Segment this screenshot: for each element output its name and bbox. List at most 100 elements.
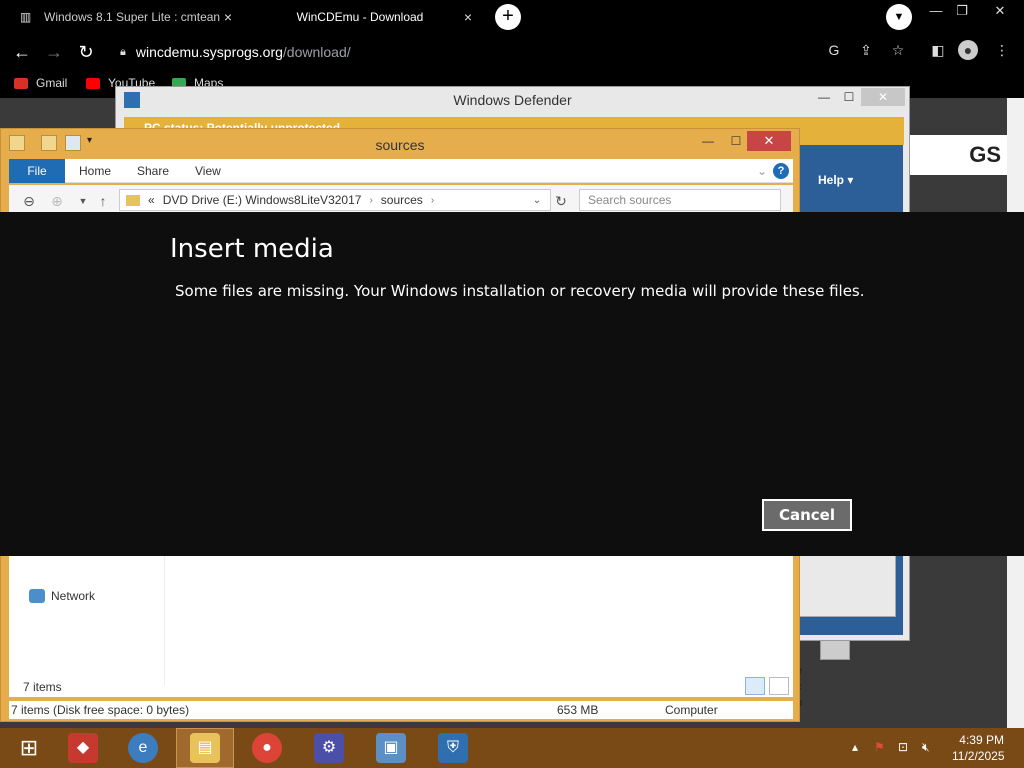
- clock-time: 4:39 PM: [959, 733, 1004, 747]
- breadcrumb-separator-icon[interactable]: ›: [431, 195, 434, 206]
- tab-strip: ▥ Windows 8.1 Super Lite : cmtean × WinC…: [0, 0, 1024, 34]
- youtube-icon: [86, 77, 100, 89]
- system-clock[interactable]: 4:39 PM 11/2/2025: [952, 732, 1005, 764]
- breadcrumb-sources[interactable]: sources: [381, 193, 423, 207]
- tab-share[interactable]: Share: [125, 159, 181, 183]
- maximize-icon[interactable]: ☐: [723, 133, 749, 151]
- taskbar: ⊞ ◆ e ▤ ● ⚙ ▣ ⛨ ▴ ⚑ ⊡ 🔇︎ 4:39 PM 11/2/20…: [0, 728, 1024, 768]
- breadcrumb-overflow[interactable]: «: [148, 193, 155, 207]
- breadcrumb-separator-icon[interactable]: ›: [369, 195, 372, 206]
- search-input[interactable]: Search sources: [579, 189, 781, 211]
- cancel-button[interactable]: Cancel: [762, 499, 852, 531]
- minimize-icon[interactable]: —: [695, 133, 721, 151]
- nav-item-network[interactable]: Network: [29, 589, 95, 603]
- address-bar[interactable]: 🔒︎ wincdemu.sysprogs.org /download/: [110, 38, 916, 66]
- address-dropdown-icon[interactable]: ⌄: [527, 191, 547, 211]
- taskbar-app-file-explorer[interactable]: ▤: [176, 728, 234, 768]
- help-menu[interactable]: Help ▾: [818, 173, 853, 187]
- ribbon-tabs: File Home Share View ⌄ ?: [9, 159, 793, 183]
- menu-kebab-icon[interactable]: ⋮: [992, 40, 1012, 60]
- help-icon[interactable]: ?: [773, 163, 789, 179]
- taskbar-app-chrome[interactable]: ●: [238, 728, 296, 768]
- page-icon: ▥: [20, 10, 32, 24]
- breadcrumb-drive[interactable]: DVD Drive (E:) Windows8LiteV32017: [163, 193, 362, 207]
- scroll-thumb[interactable]: [820, 640, 850, 660]
- start-button[interactable]: ⊞: [0, 728, 58, 768]
- status-disk-space: 7 items (Disk free space: 0 bytes): [11, 703, 190, 717]
- windows-logo-icon: ⊞: [19, 735, 39, 760]
- forward-icon[interactable]: →: [42, 40, 66, 64]
- browser-app-icon: ◆: [68, 733, 98, 763]
- taskbar-app-web-browser[interactable]: ◆: [54, 728, 112, 768]
- bookmark-star-icon[interactable]: ☆: [888, 40, 908, 60]
- explorer-status-bar: 7 items (Disk free space: 0 bytes) 653 M…: [9, 701, 793, 719]
- explorer-title: sources: [375, 137, 425, 153]
- lock-icon: 🔒︎: [120, 45, 126, 58]
- restore-icon[interactable]: ❐: [946, 0, 978, 24]
- google-lens-icon[interactable]: G: [824, 40, 844, 60]
- gmail-icon: [14, 77, 28, 89]
- status-location: Computer: [665, 703, 718, 717]
- remote-desktop-icon: ▣: [376, 733, 406, 763]
- defender-shield-icon: ⛨: [438, 733, 468, 763]
- tab-title: WinCDEmu - Download: [296, 10, 424, 24]
- up-icon[interactable]: ↑: [93, 191, 113, 211]
- new-tab-button[interactable]: +: [495, 4, 521, 30]
- url-host: wincdemu.sysprogs.org: [135, 44, 283, 60]
- large-icons-view-icon[interactable]: [769, 677, 789, 695]
- side-panel-icon[interactable]: ◧: [928, 40, 948, 60]
- file-explorer-icon: ▤: [190, 733, 220, 763]
- share-icon[interactable]: ⇪: [856, 40, 876, 60]
- browser-toolbar: ← → ↻ 🔒︎ wincdemu.sysprogs.org /download…: [0, 34, 1024, 70]
- insert-media-dialog: Insert media Some files are missing. You…: [0, 212, 1024, 556]
- maximize-icon[interactable]: ☐: [836, 89, 862, 107]
- clock-date: 11/2/2025: [952, 749, 1005, 763]
- network-icon: [29, 589, 45, 603]
- explorer-titlebar: ▾ sources — ☐ ✕: [1, 129, 799, 159]
- forward-icon[interactable]: ⊕: [47, 191, 67, 211]
- tab-home[interactable]: Home: [67, 159, 123, 183]
- items-count: 7 items: [23, 680, 62, 694]
- settings-gear-icon: ⚙: [314, 733, 344, 763]
- minimize-icon[interactable]: —: [811, 89, 837, 107]
- close-icon[interactable]: ✕: [861, 88, 905, 106]
- tab-wincdemu[interactable]: WinCDEmu - Download ×: [248, 0, 488, 34]
- action-center-flag-icon[interactable]: ⚑: [874, 740, 885, 754]
- network-status-icon[interactable]: ⊡: [898, 740, 908, 754]
- close-icon[interactable]: ✕: [984, 0, 1016, 24]
- recent-locations-icon[interactable]: ▼: [73, 191, 93, 211]
- tab-search-icon[interactable]: ▼: [886, 4, 912, 30]
- tab-title: Windows 8.1 Super Lite : cmtean: [44, 10, 220, 24]
- site-logo: GS: [905, 135, 1007, 175]
- refresh-icon[interactable]: ↻: [551, 191, 571, 211]
- tab-windows-super-lite[interactable]: ▥ Windows 8.1 Super Lite : cmtean ×: [8, 0, 248, 34]
- back-icon[interactable]: ←: [10, 40, 34, 64]
- chrome-icon: ●: [252, 733, 282, 763]
- details-view-icon[interactable]: [745, 677, 765, 695]
- dialog-title: Insert media: [170, 234, 334, 264]
- close-icon[interactable]: ✕: [747, 131, 791, 151]
- reload-icon[interactable]: ↻: [74, 40, 98, 64]
- url-path: /download/: [282, 44, 351, 60]
- volume-muted-icon[interactable]: 🔇︎: [922, 740, 930, 755]
- tab-view[interactable]: View: [183, 159, 233, 183]
- tab-file[interactable]: File: [9, 159, 65, 183]
- show-hidden-icons-icon[interactable]: ▴: [852, 740, 858, 754]
- taskbar-app-remote-desktop[interactable]: ▣: [362, 728, 420, 768]
- defender-title: Windows Defender: [453, 92, 572, 108]
- status-size: 653 MB: [557, 703, 599, 717]
- back-icon[interactable]: ⊖: [19, 191, 39, 211]
- bookmark-gmail[interactable]: Gmail: [14, 76, 67, 90]
- taskbar-app-windows-defender[interactable]: ⛨: [424, 728, 482, 768]
- tab-close-icon[interactable]: ×: [460, 9, 476, 25]
- internet-explorer-icon: e: [128, 733, 158, 763]
- explorer-address-row: ⊖ ⊕ ▼ ↑ « DVD Drive (E:) Windows8LiteV32…: [9, 185, 793, 215]
- dialog-message: Some files are missing. Your Windows ins…: [175, 282, 865, 300]
- tab-close-icon[interactable]: ×: [220, 9, 236, 25]
- taskbar-app-internet-explorer[interactable]: e: [114, 728, 172, 768]
- profile-avatar-icon[interactable]: ●: [958, 40, 978, 60]
- explorer-address-bar[interactable]: « DVD Drive (E:) Windows8LiteV32017 › so…: [119, 189, 551, 211]
- folder-icon: [126, 194, 140, 206]
- taskbar-app-settings[interactable]: ⚙: [300, 728, 358, 768]
- defender-titlebar: Windows Defender — ☐ ✕: [116, 87, 909, 113]
